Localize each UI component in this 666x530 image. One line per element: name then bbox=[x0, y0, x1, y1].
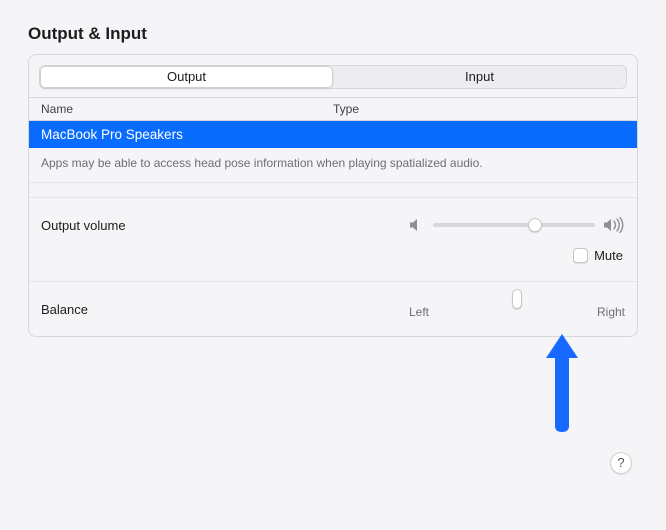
speaker-low-icon bbox=[409, 218, 425, 232]
output-input-tabs: Output Input bbox=[39, 65, 627, 89]
page-title: Output & Input bbox=[28, 24, 638, 44]
balance-right-label: Right bbox=[597, 305, 625, 319]
balance-block: Balance Left Right bbox=[29, 282, 637, 336]
output-volume-label: Output volume bbox=[41, 218, 409, 233]
device-table-header: Name Type bbox=[29, 97, 637, 121]
speaker-high-icon bbox=[603, 217, 625, 233]
spatial-audio-note: Apps may be able to access head pose inf… bbox=[29, 148, 637, 183]
output-volume-slider[interactable] bbox=[433, 223, 595, 227]
col-header-name: Name bbox=[29, 102, 329, 116]
mute-checkbox[interactable] bbox=[573, 248, 588, 263]
balance-left-label: Left bbox=[409, 305, 429, 319]
tab-input[interactable]: Input bbox=[333, 66, 626, 88]
device-row-macbook-pro-speakers[interactable]: MacBook Pro Speakers bbox=[29, 121, 637, 148]
mute-label: Mute bbox=[594, 248, 623, 263]
col-header-type: Type bbox=[329, 102, 637, 116]
help-button[interactable]: ? bbox=[610, 452, 632, 474]
balance-label: Balance bbox=[41, 302, 409, 317]
sound-panel: Output Input Name Type MacBook Pro Speak… bbox=[28, 54, 638, 337]
tab-output[interactable]: Output bbox=[40, 66, 333, 88]
annotation-arrow-icon bbox=[538, 326, 586, 436]
output-volume-block: Output volume bbox=[29, 197, 637, 267]
